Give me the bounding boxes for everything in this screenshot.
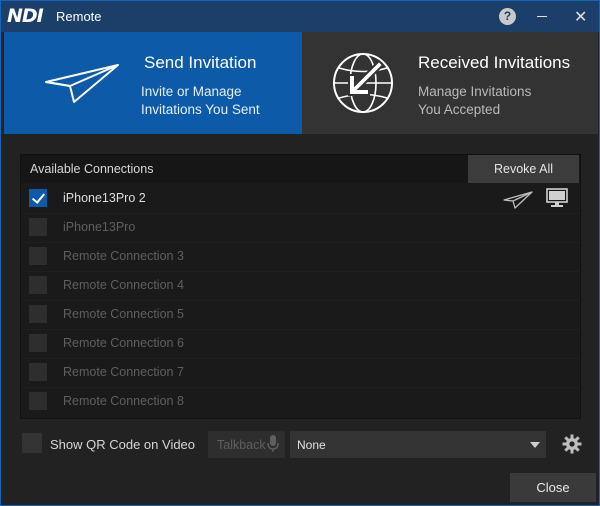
tab-send-title: Send Invitation (144, 53, 257, 72)
connection-checkbox (29, 276, 47, 294)
revoke-all-button[interactable]: Revoke All (468, 155, 579, 183)
tab-send-invitation[interactable]: Send Invitation Invite or Manage Invitat… (4, 32, 302, 134)
connection-checkbox (29, 392, 47, 410)
globe-arrow-icon (333, 53, 393, 113)
show-qr-checkbox[interactable] (22, 433, 42, 453)
connection-label: Remote Connection 8 (63, 394, 184, 408)
connection-checkbox (29, 218, 47, 236)
title-bar: NDI Remote ? ✕ (1, 1, 599, 32)
connection-label: Remote Connection 4 (63, 278, 184, 292)
connection-checkbox (29, 305, 47, 323)
microphone-icon (267, 435, 279, 452)
close-icon[interactable]: ✕ (574, 7, 587, 27)
connection-label: Remote Connection 3 (63, 249, 184, 263)
monitor-icon[interactable] (546, 188, 568, 208)
show-qr-label: Show QR Code on Video (50, 437, 196, 452)
talkback-button: Talkback (208, 431, 285, 458)
help-icon[interactable]: ? (499, 8, 516, 25)
available-connections-label: Available Connections (30, 162, 154, 176)
minimize-icon[interactable] (537, 16, 547, 17)
paper-plane-icon[interactable] (503, 190, 533, 210)
connection-row: Remote Connection 8 (21, 387, 580, 416)
tab-send-subtitle-2: Invitations You Sent (141, 102, 260, 117)
tab-received-title: Received Invitations (418, 53, 571, 72)
connection-row: Remote Connection 4 (21, 271, 580, 300)
tab-received-invitations[interactable]: Received Invitations Manage Invitations … (302, 32, 598, 134)
remote-window: NDI Remote ? ✕ Send Invitation Invite or… (0, 0, 600, 506)
ndi-logo: NDI (7, 5, 44, 27)
gear-icon[interactable] (562, 434, 582, 454)
talkback-source-select[interactable]: None (290, 431, 546, 458)
connection-row: Remote Connection 3 (21, 242, 580, 271)
window-title: Remote (56, 9, 102, 24)
connection-label: iPhone13Pro (63, 220, 136, 234)
connection-row: Remote Connection 5 (21, 300, 580, 329)
connection-checkbox[interactable] (29, 189, 47, 207)
connections-header: Available Connections Revoke All (21, 155, 580, 183)
connections-panel: Available Connections Revoke All iPhone1… (20, 154, 581, 419)
talkback-label: Talkback (217, 438, 266, 452)
connection-checkbox (29, 247, 47, 265)
connection-label: Remote Connection 5 (63, 307, 184, 321)
connection-checkbox (29, 363, 47, 381)
connection-label: iPhone13Pro 2 (63, 191, 146, 205)
tab-send-subtitle-1: Invite or Manage (141, 84, 242, 99)
connection-row[interactable]: iPhone13Pro 2 (21, 184, 580, 213)
select-value: None (297, 438, 326, 452)
tab-received-subtitle-1: Manage Invitations (418, 84, 532, 99)
connection-label: Remote Connection 6 (63, 336, 184, 350)
close-button[interactable]: Close (510, 473, 596, 502)
connection-row: iPhone13Pro (21, 213, 580, 242)
paper-plane-icon (45, 64, 119, 103)
connection-row: Remote Connection 6 (21, 329, 580, 358)
connection-row: Remote Connection 7 (21, 358, 580, 387)
tab-received-subtitle-2: You Accepted (418, 102, 501, 117)
connection-checkbox (29, 334, 47, 352)
connection-label: Remote Connection 7 (63, 365, 184, 379)
chevron-down-icon (530, 442, 540, 448)
